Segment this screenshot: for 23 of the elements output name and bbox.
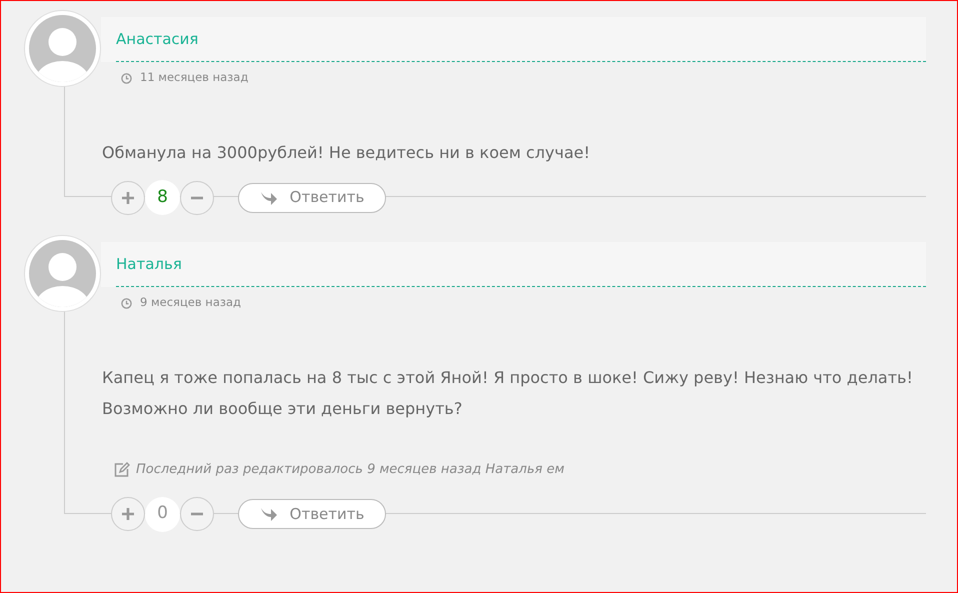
reply-arrow-icon [260, 507, 278, 521]
downvote-button[interactable] [180, 497, 214, 531]
clock-icon [121, 72, 132, 84]
edit-icon [114, 462, 130, 478]
downvote-button[interactable] [180, 180, 214, 214]
comment-time: 9 месяцев назад [140, 294, 241, 312]
score: 8 [145, 180, 180, 215]
clock-icon [121, 298, 132, 308]
comment-time: 11 месяцев назад [140, 69, 248, 86]
comment-text: Капец я тоже попалась на 8 тыс с этой Яной! Я просто в шоке! Сижу реву! Незнаю что делать! [102, 367, 914, 389]
edited-note: Последний раз редактировалось 9 месяцев назад Наталья ем [136, 461, 564, 479]
author-link[interactable]: Анастасия [116, 28, 198, 50]
plus-icon [121, 507, 135, 521]
reply-button[interactable]: Ответить [238, 499, 386, 529]
upvote-button[interactable] [111, 497, 145, 531]
reply-button[interactable]: Ответить [238, 182, 386, 212]
comment-text: Обманула на 3000рублей! Не ведитесь ни в коем случае! [102, 142, 592, 164]
reply-arrow-icon [260, 190, 278, 204]
upvote-button[interactable] [111, 180, 145, 214]
author-link[interactable]: Наталья [116, 252, 182, 276]
comment-text: Возможно ли вообще эти деньги вернуть? [102, 398, 464, 420]
score: 0 [145, 496, 180, 532]
plus-icon [121, 190, 135, 204]
